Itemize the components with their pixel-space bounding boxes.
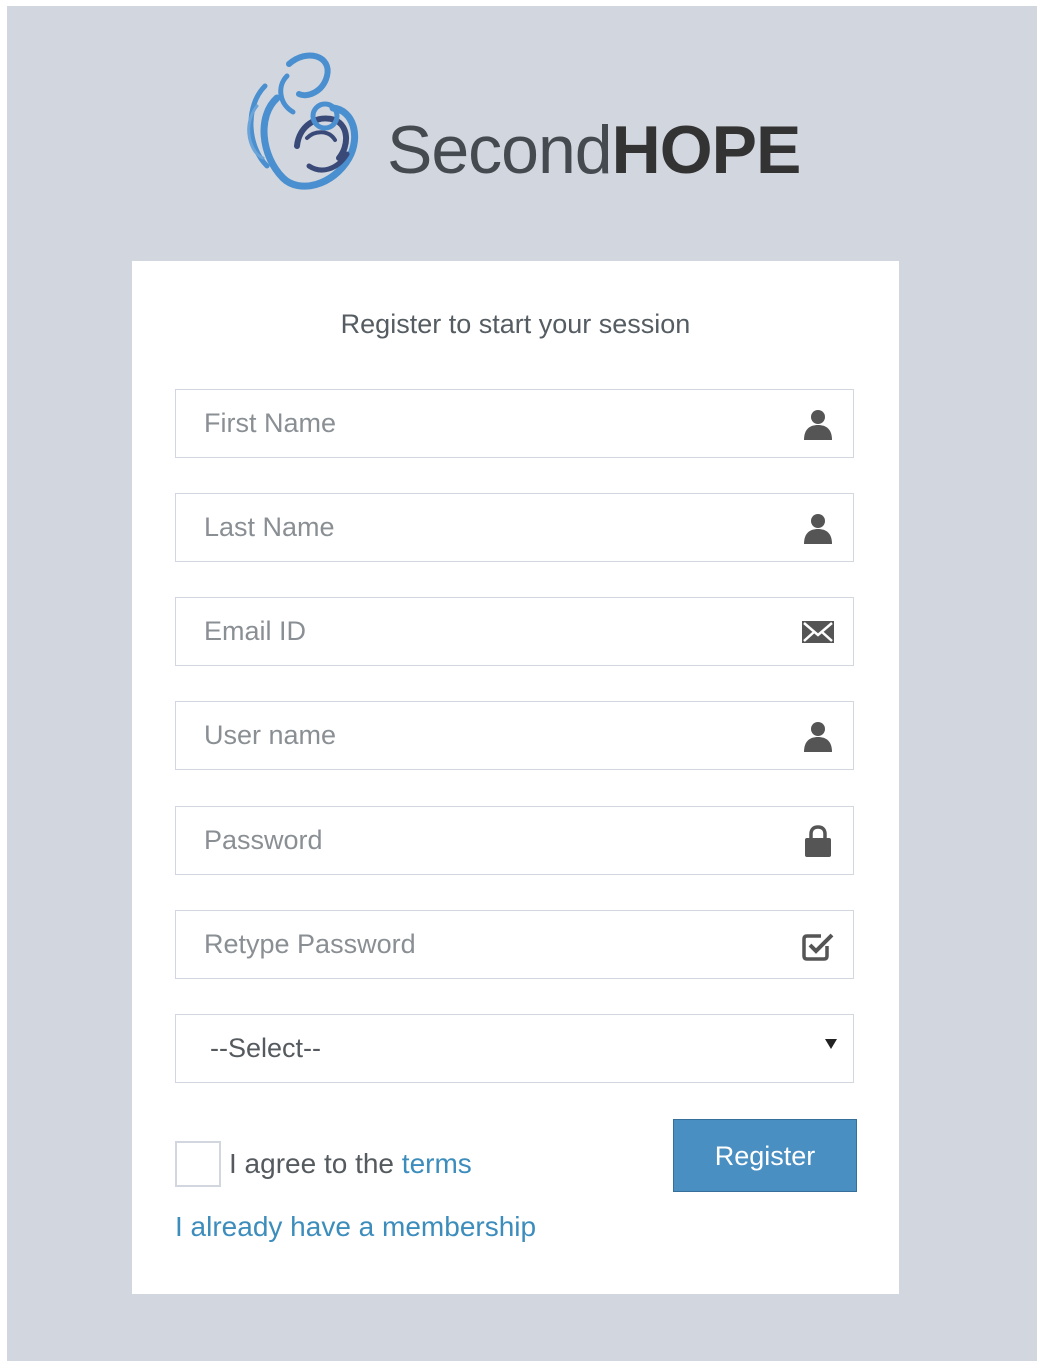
retype-password-field bbox=[175, 910, 854, 979]
mother-child-logo-icon bbox=[247, 52, 359, 190]
agree-prefix: I agree to the bbox=[229, 1148, 395, 1179]
username-input[interactable] bbox=[176, 702, 853, 769]
brand-wordmark: SecondHOPE bbox=[387, 116, 801, 184]
user-icon bbox=[804, 514, 832, 544]
lock-icon bbox=[805, 825, 831, 857]
form-title: Register to start your session bbox=[340, 309, 691, 339]
first-name-field bbox=[175, 389, 854, 458]
caret-down-icon bbox=[825, 1039, 837, 1049]
last-name-input[interactable] bbox=[176, 494, 853, 561]
select-value: --Select-- bbox=[210, 1033, 322, 1063]
brand-name-light: Second bbox=[387, 112, 613, 188]
agree-checkbox[interactable] bbox=[175, 1141, 221, 1187]
envelope-icon bbox=[802, 621, 834, 643]
email-input[interactable] bbox=[176, 598, 853, 665]
brand-header: SecondHOPE bbox=[237, 46, 817, 201]
password-input[interactable] bbox=[176, 807, 853, 874]
user-icon bbox=[804, 722, 832, 752]
agree-label: I agree to the terms bbox=[229, 1148, 472, 1180]
first-name-input[interactable] bbox=[176, 390, 853, 457]
retype-password-input[interactable] bbox=[176, 911, 853, 978]
check-square-icon bbox=[802, 933, 834, 961]
email-field bbox=[175, 597, 854, 666]
username-field bbox=[175, 701, 854, 770]
register-button[interactable]: Register bbox=[673, 1119, 857, 1192]
brand-name-bold: HOPE bbox=[611, 112, 802, 188]
register-card: Register to start your session First Nam… bbox=[132, 261, 899, 1294]
user-icon bbox=[804, 410, 832, 440]
password-field bbox=[175, 806, 854, 875]
role-select[interactable]: --Select-- bbox=[175, 1014, 854, 1083]
last-name-field bbox=[175, 493, 854, 562]
page-background: SecondHOPE Register to start your sessio… bbox=[7, 6, 1037, 1361]
membership-link[interactable]: I already have a membership bbox=[175, 1211, 536, 1243]
terms-link[interactable]: terms bbox=[402, 1148, 472, 1179]
